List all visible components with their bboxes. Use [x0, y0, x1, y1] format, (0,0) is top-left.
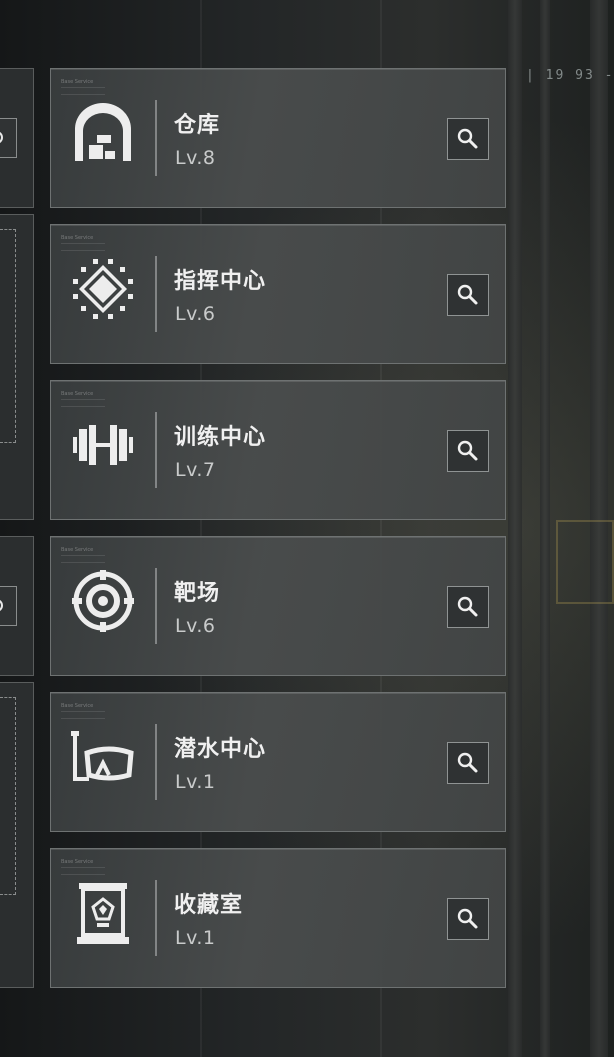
background-pillar: [508, 0, 522, 1057]
facility-list: Base Service 仓库 Lv.8 Base Service 指挥中心 L…: [50, 68, 506, 1004]
card-divider: [155, 724, 157, 800]
facility-card-collection-room[interactable]: Base Service 收藏室 Lv.1: [50, 848, 506, 988]
warehouse-icon: [69, 99, 137, 167]
facility-name: 指挥中心: [174, 269, 267, 294]
card-divider: [155, 880, 157, 956]
left-partial-panel: [0, 214, 34, 520]
card-tag: Base Service: [61, 547, 105, 563]
dumbbell-icon: [69, 411, 137, 479]
facility-level: Lv.8: [175, 147, 216, 169]
card-tag: Base Service: [61, 703, 105, 719]
left-partial-card[interactable]: [0, 536, 34, 676]
command-chip-icon: [69, 255, 137, 323]
facility-level: Lv.6: [175, 615, 216, 637]
facility-name: 训练中心: [174, 425, 267, 450]
background-pillar: [540, 0, 550, 1057]
card-tag: Base Service: [61, 391, 105, 407]
background-hud-readout: | 19 93 - 20: [526, 68, 614, 83]
facility-card-command-center[interactable]: Base Service 指挥中心 Lv.6: [50, 224, 506, 364]
facility-card-warehouse[interactable]: Base Service 仓库 Lv.8: [50, 68, 506, 208]
left-search-icon[interactable]: [0, 118, 17, 158]
search-icon[interactable]: [447, 118, 489, 160]
facility-name: 潜水中心: [174, 737, 267, 762]
diving-mask-icon: [69, 723, 137, 791]
search-icon[interactable]: [447, 274, 489, 316]
card-tag: Base Service: [61, 859, 105, 875]
card-divider: [155, 412, 157, 488]
facility-level: Lv.6: [175, 303, 216, 325]
card-tag: Base Service: [61, 235, 105, 251]
facility-card-diving-center[interactable]: Base Service 潜水中心 Lv.1: [50, 692, 506, 832]
facility-level: Lv.1: [175, 771, 216, 793]
card-tag: Base Service: [61, 79, 105, 95]
search-icon[interactable]: [447, 586, 489, 628]
crosshair-target-icon: [69, 567, 137, 635]
left-dashed-frame: [0, 697, 16, 895]
left-partial-card[interactable]: [0, 68, 34, 208]
card-divider: [155, 256, 157, 332]
facility-name: 收藏室: [174, 893, 244, 918]
left-partial-panel: [0, 682, 34, 988]
facility-level: Lv.1: [175, 927, 216, 949]
left-search-icon[interactable]: [0, 586, 17, 626]
facility-card-shooting-range[interactable]: Base Service 靶场 Lv.6: [50, 536, 506, 676]
card-divider: [155, 568, 157, 644]
left-dashed-frame: [0, 229, 16, 443]
facility-name: 仓库: [174, 113, 221, 138]
facility-name: 靶场: [174, 581, 221, 606]
search-icon[interactable]: [447, 898, 489, 940]
background-crate: [556, 520, 614, 604]
search-icon[interactable]: [447, 742, 489, 784]
facility-card-training-center[interactable]: Base Service 训练中心 Lv.7: [50, 380, 506, 520]
display-case-icon: [69, 879, 137, 947]
base-facility-screen: | 19 93 - 20 Base Service 仓库 Lv.8: [0, 0, 614, 1057]
facility-level: Lv.7: [175, 459, 216, 481]
card-divider: [155, 100, 157, 176]
search-icon[interactable]: [447, 430, 489, 472]
